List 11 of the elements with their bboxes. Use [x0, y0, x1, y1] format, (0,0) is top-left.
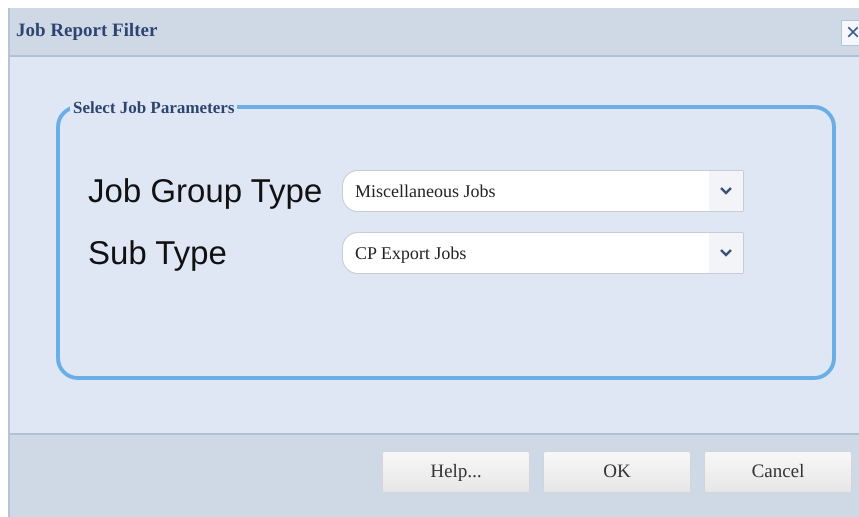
chevron-down-icon — [720, 187, 732, 195]
dropdown[interactable]: CP Export Jobs — [342, 232, 744, 274]
dialog-button[interactable]: Cancel — [704, 451, 852, 493]
field-label: Job Group Type — [88, 171, 324, 211]
dialog-button[interactable]: OK — [543, 451, 691, 493]
dialog-button[interactable]: Help... — [382, 451, 530, 493]
dropdown[interactable]: Miscellaneous Jobs — [342, 170, 744, 212]
close-button[interactable]: × — [841, 20, 859, 46]
field-label: Sub Type — [88, 233, 228, 273]
window-title: Job Report Filter — [16, 19, 158, 44]
chevron-down-icon — [720, 249, 732, 257]
